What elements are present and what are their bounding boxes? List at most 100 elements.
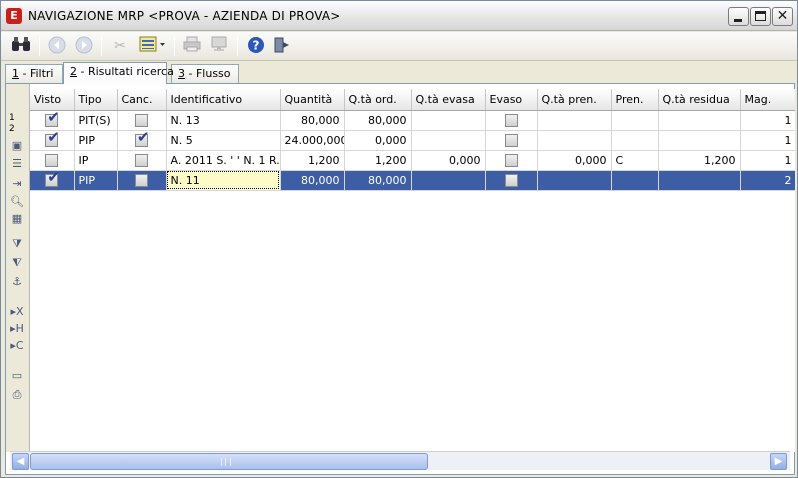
list-button[interactable]: ☰ — [8, 156, 26, 172]
cell-visto[interactable]: ✔ — [30, 170, 75, 191]
cell-mag[interactable]: 1 — [740, 130, 795, 151]
maximize-button[interactable] — [750, 7, 771, 26]
layout-button[interactable] — [137, 36, 169, 57]
import-button[interactable]: ⇥ — [8, 176, 26, 192]
cell-pren[interactable] — [611, 110, 659, 131]
cut-button[interactable]: ✂ — [109, 36, 131, 57]
cell-qta-ord[interactable]: 1,200 — [344, 150, 412, 171]
canc-checkbox[interactable] — [135, 113, 148, 127]
cell-mag[interactable]: 2 — [740, 170, 795, 191]
cell-tipo[interactable]: PIP — [74, 170, 118, 191]
forward-button[interactable] — [73, 36, 95, 57]
visto-checkbox[interactable]: ✔ — [45, 170, 60, 187]
cell-qta-residua[interactable] — [658, 130, 741, 151]
cell-qta-pren[interactable] — [537, 170, 612, 191]
column-header-identificativo[interactable]: Identificativo — [166, 89, 281, 111]
cell-evaso[interactable] — [485, 170, 538, 191]
cell-quantita[interactable]: 80,000 — [280, 170, 345, 191]
cell-visto[interactable]: ✔ — [30, 130, 75, 151]
column-header-qta-evasa[interactable]: Q.tà evasa — [411, 89, 486, 111]
evaso-checkbox[interactable] — [504, 133, 518, 147]
cell-tipo[interactable]: IP — [74, 150, 118, 171]
cell-qta-pren[interactable] — [537, 130, 612, 151]
cell-quantita[interactable]: 1,200 — [280, 150, 345, 171]
minimize-button[interactable] — [728, 7, 749, 26]
scroll-right-button[interactable]: ▶ — [770, 453, 787, 470]
close-button[interactable]: ✕ — [772, 7, 793, 26]
column-header-qta-ord[interactable]: Q.tà ord. — [344, 89, 412, 111]
cell-qta-evasa[interactable] — [411, 170, 486, 191]
column-header-pren[interactable]: Pren. — [611, 89, 659, 111]
cell-evaso[interactable] — [485, 130, 538, 151]
cell-qta-residua[interactable] — [658, 110, 741, 131]
table-row-selected[interactable]: ✔ PIP N. 11 80,000 80,000 2 — [30, 170, 795, 191]
cell-tipo[interactable]: PIP — [74, 130, 118, 151]
cell-pren[interactable] — [611, 130, 659, 151]
calc-button[interactable]: ▦ — [8, 211, 26, 227]
table-row[interactable]: IP A. 2011 S. ' ' N. 1 R. 4 1,200 1,200 … — [30, 150, 795, 171]
filter-button[interactable]: ⧩ — [8, 236, 26, 252]
cell-evaso[interactable] — [485, 110, 538, 131]
cell-pren[interactable]: C — [611, 150, 659, 171]
expand-button[interactable]: ▣ — [8, 138, 26, 154]
horizontal-scrollbar[interactable]: ◀ ▶ — [10, 451, 790, 470]
filter-remove-button[interactable]: ⧨ — [8, 255, 26, 271]
cell-visto[interactable]: ✔ — [30, 110, 75, 131]
canc-checkbox[interactable]: ✔ — [135, 130, 150, 147]
visto-checkbox[interactable]: ✔ — [45, 110, 60, 127]
cell-qta-evasa[interactable]: 0,000 — [411, 150, 486, 171]
visto-checkbox[interactable]: ✔ — [45, 130, 60, 147]
scroll-thumb[interactable] — [30, 453, 428, 470]
monitor-side-button[interactable]: ▭ — [8, 368, 26, 384]
cell-identificativo[interactable]: N. 11 — [166, 170, 281, 191]
cell-qta-residua[interactable]: 1,200 — [658, 150, 741, 171]
zoom-button[interactable]: 🔍︎ — [8, 194, 26, 210]
cell-canc[interactable] — [117, 150, 167, 171]
cell-mag[interactable]: 1 — [740, 150, 795, 171]
cell-tipo[interactable]: PIT(S) — [74, 110, 118, 131]
cell-qta-ord[interactable]: 80,000 — [344, 110, 412, 131]
column-header-canc[interactable]: Canc. — [117, 89, 167, 111]
help-button[interactable]: ? — [245, 36, 267, 57]
cell-identificativo[interactable]: N. 5 — [166, 130, 281, 151]
print-button[interactable] — [181, 36, 203, 57]
cell-evaso[interactable] — [485, 150, 538, 171]
evaso-checkbox[interactable] — [504, 113, 518, 127]
x-button[interactable]: ▸X — [8, 304, 26, 320]
exit-button[interactable] — [271, 36, 293, 57]
cell-canc[interactable]: ✔ — [117, 130, 167, 151]
column-header-mag[interactable]: Mag. — [740, 89, 795, 111]
table-row[interactable]: ✔ PIT(S) N. 13 80,000 80,000 1 — [30, 110, 795, 131]
column-header-visto[interactable]: Visto — [30, 89, 75, 111]
column-header-qta-pren[interactable]: Q.tà pren. — [537, 89, 612, 111]
evaso-checkbox[interactable] — [504, 173, 518, 187]
h-button[interactable]: ▸H — [8, 321, 26, 337]
cell-quantita[interactable]: 80,000 — [280, 110, 345, 131]
cell-mag[interactable]: 1 — [740, 110, 795, 131]
cell-canc[interactable] — [117, 110, 167, 131]
cell-quantita[interactable]: 24.000,000 — [280, 130, 345, 151]
tab-risultati-ricerca[interactable]: 2 - Risultati ricerca — [63, 62, 174, 84]
cell-identificativo[interactable]: N. 13 — [166, 110, 281, 131]
evaso-checkbox[interactable] — [504, 153, 518, 167]
cell-canc[interactable] — [117, 170, 167, 191]
cell-qta-pren[interactable] — [537, 110, 612, 131]
column-header-tipo[interactable]: Tipo — [74, 89, 118, 111]
visto-checkbox[interactable] — [45, 153, 59, 167]
cell-visto[interactable] — [30, 150, 75, 171]
table-row[interactable]: ✔ PIP ✔ N. 5 24.000,000 0,000 1 — [30, 130, 795, 151]
cell-identificativo[interactable]: A. 2011 S. ' ' N. 1 R. 4 — [166, 150, 281, 171]
cell-qta-evasa[interactable] — [411, 110, 486, 131]
canc-checkbox[interactable] — [135, 153, 148, 167]
cell-qta-residua[interactable] — [658, 170, 741, 191]
c-button[interactable]: ▸C — [8, 338, 26, 354]
column-header-qta-residua[interactable]: Q.tà residua — [658, 89, 741, 111]
monitor-button[interactable] — [208, 36, 230, 57]
binoculars-button[interactable] — [9, 36, 33, 57]
cell-qta-ord[interactable]: 0,000 — [344, 130, 412, 151]
print-side-button[interactable]: ⎙ — [8, 387, 26, 403]
cell-pren[interactable] — [611, 170, 659, 191]
back-button[interactable] — [46, 36, 68, 57]
anchor-button[interactable]: ⚓︎ — [8, 274, 26, 290]
cell-qta-ord[interactable]: 80,000 — [344, 170, 412, 191]
